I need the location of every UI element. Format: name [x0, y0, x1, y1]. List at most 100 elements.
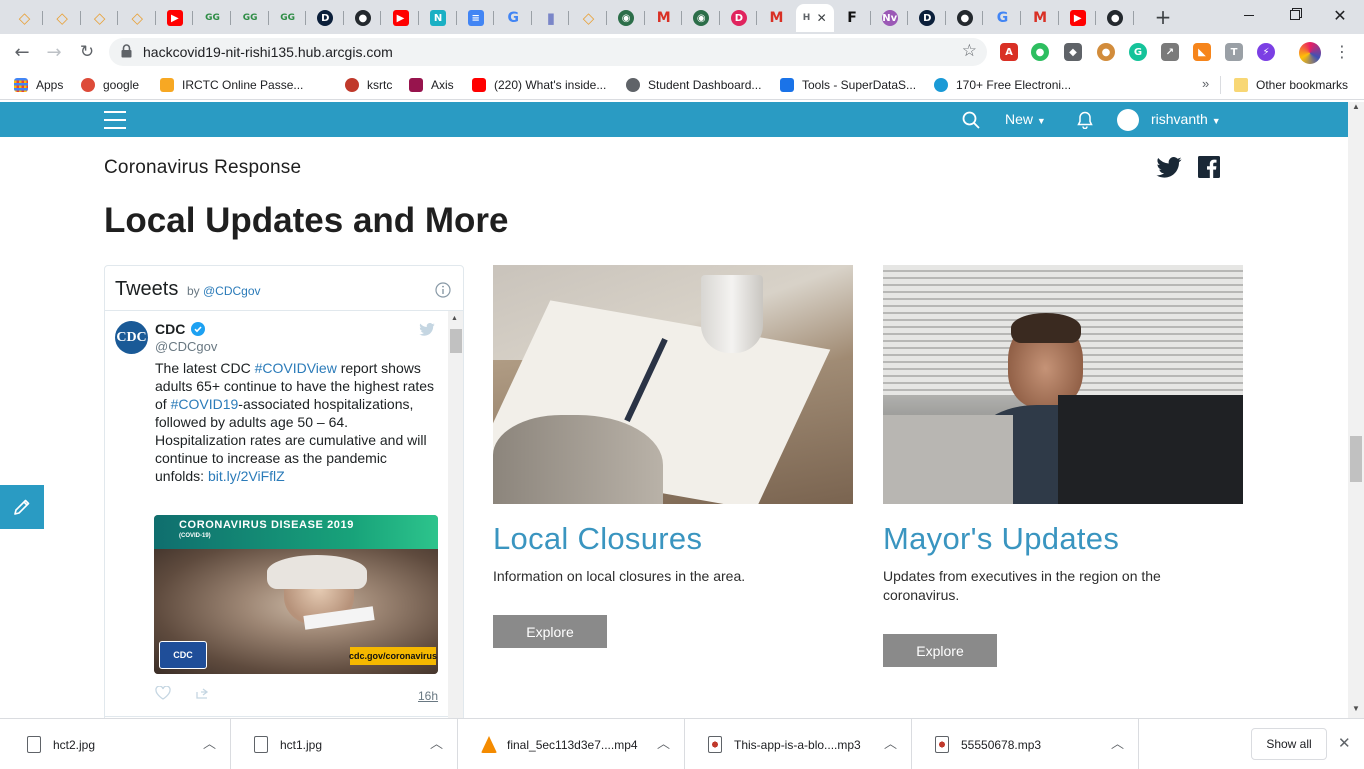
download-item[interactable]: 55550678.mp3 ︿	[912, 719, 1139, 769]
scroll-up-icon[interactable]: ▲	[1352, 102, 1360, 111]
browser-tab[interactable]: M	[758, 4, 795, 32]
bookmark-item[interactable]: ksrtc	[345, 76, 392, 94]
browser-tab[interactable]: ▮	[532, 4, 570, 32]
facebook-icon[interactable]	[1198, 156, 1220, 178]
chevron-up-icon[interactable]: ︿	[884, 733, 897, 752]
browser-tab[interactable]: Nv	[871, 4, 909, 32]
explore-button-mayors-updates[interactable]: Explore	[883, 634, 997, 667]
bookmark-item[interactable]: 170+ Free Electroni...	[934, 76, 1071, 94]
scroll-up-icon[interactable]: ▲	[451, 315, 458, 322]
new-tab-button[interactable]: +	[1150, 5, 1176, 29]
chevron-up-icon[interactable]: ︿	[657, 733, 670, 752]
bookmark-item[interactable]: Axis	[409, 76, 454, 94]
card-title-mayors-updates[interactable]: Mayor's Updates	[883, 521, 1119, 557]
bookmarks-overflow-button[interactable]: »	[1202, 76, 1209, 91]
new-menu-button[interactable]: New ▼	[1005, 111, 1046, 127]
cookie-icon[interactable]: ●	[1097, 43, 1115, 61]
browser-tab[interactable]: GG	[232, 4, 269, 32]
browser-tab[interactable]: ◉	[608, 4, 645, 32]
tweet-url-link[interactable]: bit.ly/2ViFflZ	[208, 468, 285, 484]
hashtag-link[interactable]: #COVID19	[171, 396, 239, 412]
other-bookmarks[interactable]: Other bookmarks	[1234, 76, 1348, 94]
bookmark-item[interactable]: IRCTC Online Passe...	[160, 76, 303, 94]
browser-tab[interactable]: ▶	[156, 4, 194, 32]
bell-icon[interactable]	[1077, 111, 1093, 129]
profile-avatar[interactable]	[1299, 42, 1321, 64]
browser-tab[interactable]: D	[720, 4, 758, 32]
metamask-icon[interactable]: ◣	[1193, 43, 1211, 61]
tweets-handle-link[interactable]: @CDCgov	[203, 284, 261, 298]
hashtag-link[interactable]: #COVIDView	[255, 360, 337, 376]
forward-button[interactable]: →	[41, 40, 67, 64]
search-icon[interactable]	[962, 111, 980, 129]
show-all-downloads-button[interactable]: Show all	[1251, 728, 1327, 760]
page-scrollbar-thumb[interactable]	[1350, 436, 1362, 482]
browser-tab[interactable]: GG	[269, 4, 307, 32]
twitter-icon[interactable]	[1156, 157, 1182, 178]
card-title-local-closures[interactable]: Local Closures	[493, 521, 702, 557]
user-menu-button[interactable]: rishvanth ▼	[1151, 111, 1221, 127]
heart-icon[interactable]	[155, 686, 171, 700]
site-title[interactable]: Coronavirus Response	[104, 157, 301, 179]
browser-tab[interactable]: N	[420, 4, 457, 32]
browser-tab[interactable]: ◇	[570, 4, 607, 32]
download-item[interactable]: final_5ec113d3e7....mp4 ︿	[458, 719, 685, 769]
chevron-up-icon[interactable]: ︿	[203, 733, 216, 752]
browser-tab[interactable]: F	[834, 4, 871, 32]
hamburger-menu-icon[interactable]	[104, 111, 126, 129]
browser-tab[interactable]: ●	[1097, 4, 1134, 32]
browser-tab[interactable]: ▶	[382, 4, 419, 32]
user-avatar[interactable]	[1117, 109, 1139, 131]
info-icon[interactable]	[435, 282, 451, 298]
bookmark-item[interactable]: (220) What's inside...	[472, 76, 606, 94]
browser-tab[interactable]: ◇	[6, 4, 43, 32]
download-item[interactable]: hct2.jpg ︿	[4, 719, 231, 769]
share-icon[interactable]	[195, 686, 211, 700]
twitter-bird-icon[interactable]	[419, 323, 435, 336]
minimize-button[interactable]	[1225, 0, 1273, 30]
edit-page-button[interactable]	[0, 485, 44, 529]
bolt-icon[interactable]: ⚡	[1257, 43, 1275, 61]
browser-menu-button[interactable]: ⋮	[1334, 42, 1350, 62]
browser-tab[interactable]: G	[984, 4, 1021, 32]
reload-button[interactable]: ↻	[74, 40, 100, 64]
browser-tab[interactable]: G	[495, 4, 532, 32]
browser-tab[interactable]: M	[1022, 4, 1059, 32]
close-window-button[interactable]: ✕	[1316, 0, 1364, 30]
bookmark-item[interactable]: Student Dashboard...	[626, 76, 761, 94]
browser-tab[interactable]: ▶	[1059, 4, 1097, 32]
browser-tab[interactable]: ≡	[457, 4, 495, 32]
tweet-author-avatar[interactable]: CDC	[115, 321, 148, 354]
browser-tab[interactable]: M	[645, 4, 683, 32]
cube-icon[interactable]: ◆	[1064, 43, 1082, 61]
bookmark-item[interactable]: Apps	[14, 76, 63, 94]
mayors-updates-image[interactable]	[883, 265, 1243, 504]
browser-tab[interactable]: ●	[946, 4, 984, 32]
chart-icon[interactable]: ↗	[1161, 43, 1179, 61]
tweet-media-image[interactable]: CORONAVIRUS DISEASE 2019 (COVID-19) CDC …	[154, 515, 438, 674]
tweet-author-handle[interactable]: @CDCgov	[155, 339, 217, 354]
twitter-scrollbar[interactable]: ▲	[448, 311, 463, 718]
browser-tab[interactable]: D	[909, 4, 946, 32]
restore-button[interactable]	[1271, 0, 1319, 30]
scroll-down-icon[interactable]: ▼	[1352, 704, 1360, 713]
browser-tab[interactable]: ●	[344, 4, 382, 32]
browser-tab[interactable]: ◇	[81, 4, 119, 32]
pdf-icon[interactable]: A	[1000, 43, 1018, 61]
download-item[interactable]: This-app-is-a-blo....mp3 ︿	[685, 719, 912, 769]
browser-tab[interactable]: ◇	[44, 4, 81, 32]
bookmark-item[interactable]: google	[81, 76, 139, 94]
tweet-timestamp[interactable]: 16h	[418, 689, 438, 703]
chevron-up-icon[interactable]: ︿	[430, 733, 443, 752]
back-button[interactable]: ←	[9, 40, 35, 64]
twitter-scrollbar-thumb[interactable]	[450, 329, 462, 353]
evernote-icon[interactable]: ●	[1031, 43, 1049, 61]
browser-tab[interactable]: ◉	[683, 4, 720, 32]
bookmark-item[interactable]: Tools - SuperDataS...	[780, 76, 916, 94]
download-item[interactable]: hct1.jpg ︿	[231, 719, 458, 769]
browser-tab[interactable]: D	[307, 4, 344, 32]
t-logo-icon[interactable]: T	[1225, 43, 1243, 61]
bookmark-star-icon[interactable]: ☆	[962, 41, 977, 61]
close-icon[interactable]: ✕	[817, 11, 827, 25]
address-bar[interactable]: hackcovid19-nit-rishi135.hub.arcgis.com …	[109, 38, 987, 66]
